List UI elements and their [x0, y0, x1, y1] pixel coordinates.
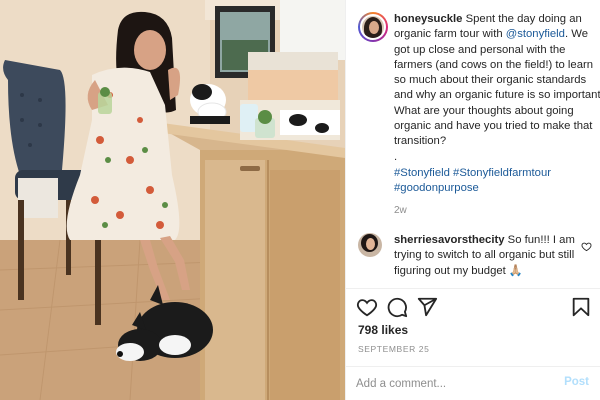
post-date: SEPTEMBER 25	[358, 344, 430, 354]
comment-icon[interactable]	[386, 296, 408, 318]
author-avatar-image	[360, 14, 386, 40]
hashtag-link[interactable]: #goodonpurpose	[394, 182, 479, 194]
author-avatar[interactable]	[358, 12, 388, 42]
divider	[346, 288, 600, 289]
add-comment-bar: Post	[346, 367, 600, 400]
small-heart-icon[interactable]	[581, 241, 592, 252]
caption-dot: .	[394, 150, 398, 163]
likes-count[interactable]: 798 likes	[358, 323, 408, 337]
hashtag-link[interactable]: #Stonyfield	[394, 167, 450, 179]
author-username[interactable]: honeysuckle	[394, 13, 462, 25]
post-actions-bar	[356, 296, 594, 318]
add-comment-input[interactable]	[356, 375, 546, 393]
hashtag-link[interactable]: #Stonyfieldfarmtour	[453, 167, 551, 179]
caption-mention-link[interactable]: @stonyfield	[506, 28, 565, 40]
post-photo[interactable]	[0, 0, 345, 400]
post-time-ago[interactable]: 2w	[394, 205, 407, 216]
post-sidebar: honeysuckle Spent the day doing an organ…	[345, 0, 600, 400]
caption-text-after: . We got up close and personal with the …	[394, 28, 600, 148]
share-icon[interactable]	[416, 296, 438, 318]
commenter-username[interactable]: sherriesavorsthecity	[394, 234, 505, 246]
comment-text: sherriesavorsthecity So fun!!! I am tryi…	[394, 233, 584, 279]
post-photo-illustration	[0, 0, 345, 400]
bookmark-icon[interactable]	[570, 296, 592, 318]
post-comment-button[interactable]: Post	[564, 376, 589, 388]
commenter-avatar[interactable]	[358, 233, 382, 257]
post-caption: honeysuckle Spent the day doing an organ…	[394, 12, 600, 165]
heart-icon[interactable]	[356, 296, 378, 318]
post-hashtags: #Stonyfield #Stonyfieldfarmtour #goodonp…	[394, 166, 594, 197]
